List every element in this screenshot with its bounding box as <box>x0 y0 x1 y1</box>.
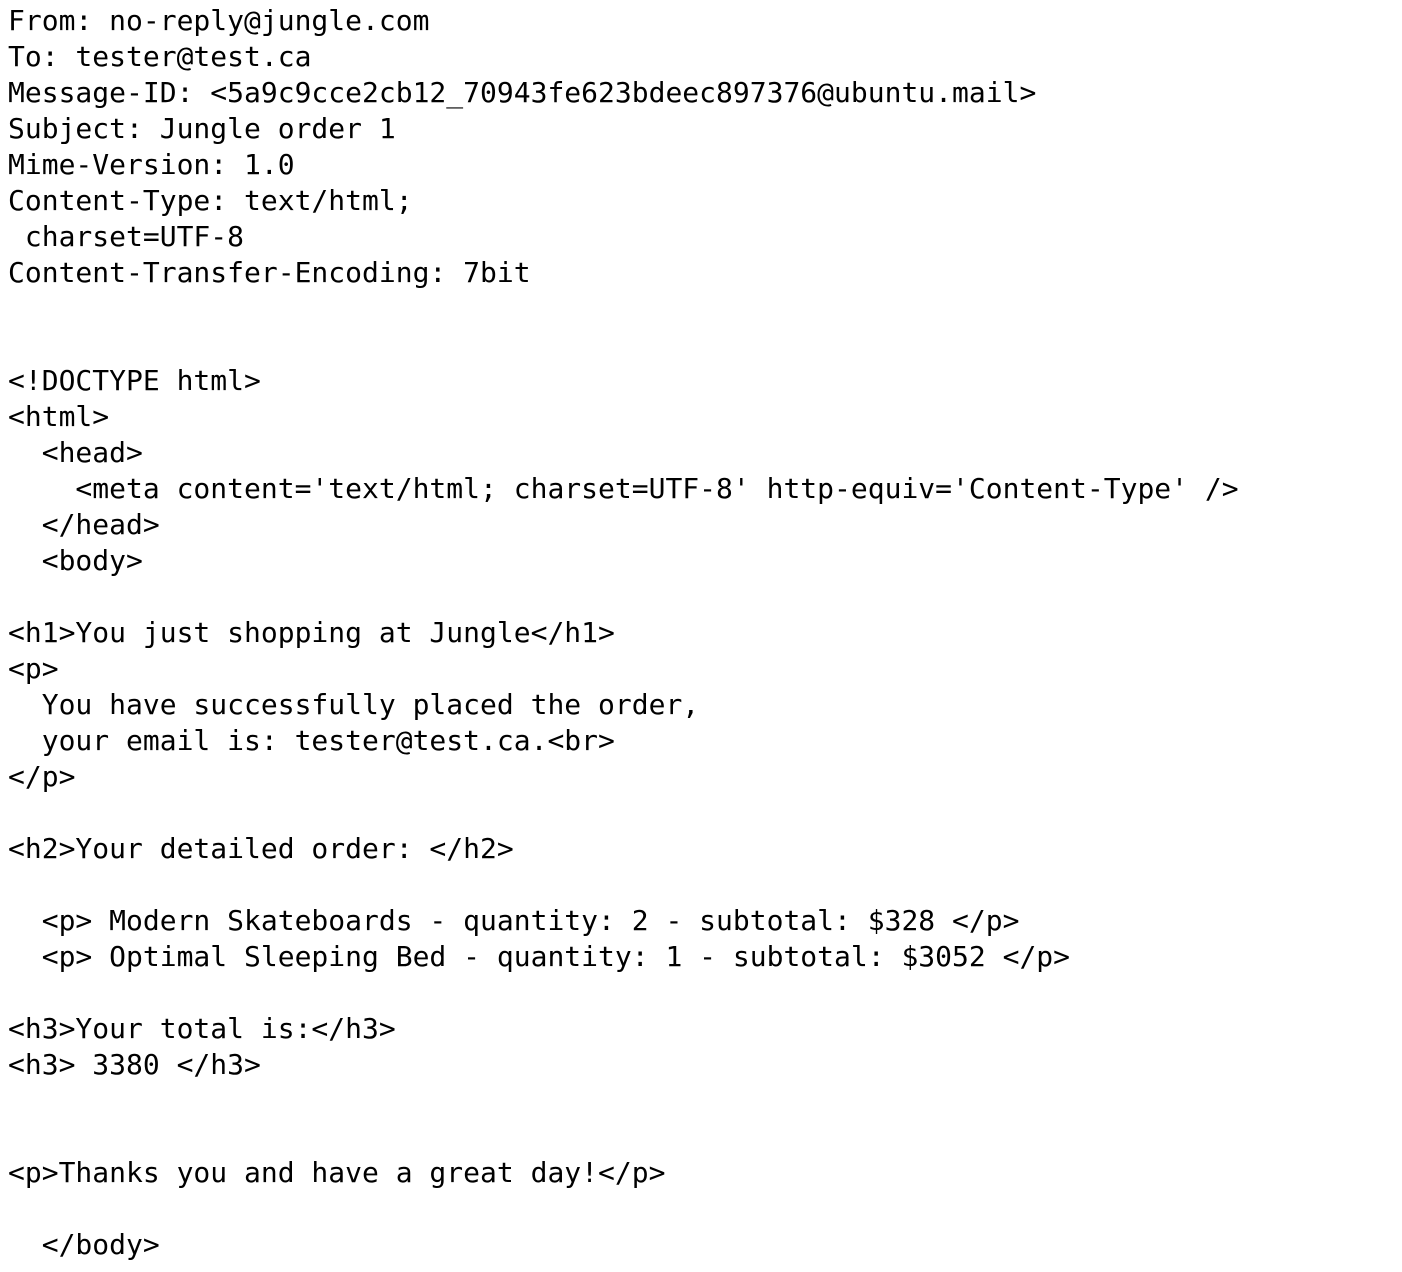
body-body-close-line: </body> <box>8 1228 160 1261</box>
body-success-text-line: You have successfully placed the order, <box>8 688 700 721</box>
body-h1-line: <h1>You just shopping at Jungle</h1> <box>8 616 615 649</box>
body-thanks-line: <p>Thanks you and have a great day!</p> <box>8 1156 666 1189</box>
header-mime-version: Mime-Version: 1.0 <box>8 148 295 181</box>
body-total-value-line: <h3> 3380 </h3> <box>8 1048 261 1081</box>
header-content-type: Content-Type: text/html; <box>8 184 413 217</box>
header-charset: charset=UTF-8 <box>8 220 245 253</box>
body-head-close-line: </head> <box>8 508 160 541</box>
body-head-open-line: <head> <box>8 436 143 469</box>
body-html-open-line: <html> <box>8 400 110 433</box>
body-meta-line: <meta content='text/html; charset=UTF-8'… <box>8 472 1239 505</box>
body-h2-line: <h2>Your detailed order: </h2> <box>8 832 514 865</box>
header-message-id: Message-ID: <5a9c9cce2cb12_70943fe623bde… <box>8 76 1037 109</box>
body-p-open-line: <p> <box>8 652 59 685</box>
body-total-label-line: <h3>Your total is:</h3> <box>8 1012 396 1045</box>
body-body-open-line: <body> <box>8 544 143 577</box>
header-transfer-encoding: Content-Transfer-Encoding: 7bit <box>8 256 531 289</box>
order-item-line: <p> Modern Skateboards - quantity: 2 - s… <box>8 904 1020 937</box>
order-item-line: <p> Optimal Sleeping Bed - quantity: 1 -… <box>8 940 1071 973</box>
body-doctype-line: <!DOCTYPE html> <box>8 364 261 397</box>
body-email-text-line: your email is: tester@test.ca.<br> <box>8 724 615 757</box>
body-p-close-line: </p> <box>8 760 76 793</box>
header-from: From: no-reply@jungle.com <box>8 4 430 37</box>
header-to: To: tester@test.ca <box>8 40 312 73</box>
raw-email-view: From: no-reply@jungle.com To: tester@tes… <box>8 3 1398 1268</box>
header-subject: Subject: Jungle order 1 <box>8 112 396 145</box>
